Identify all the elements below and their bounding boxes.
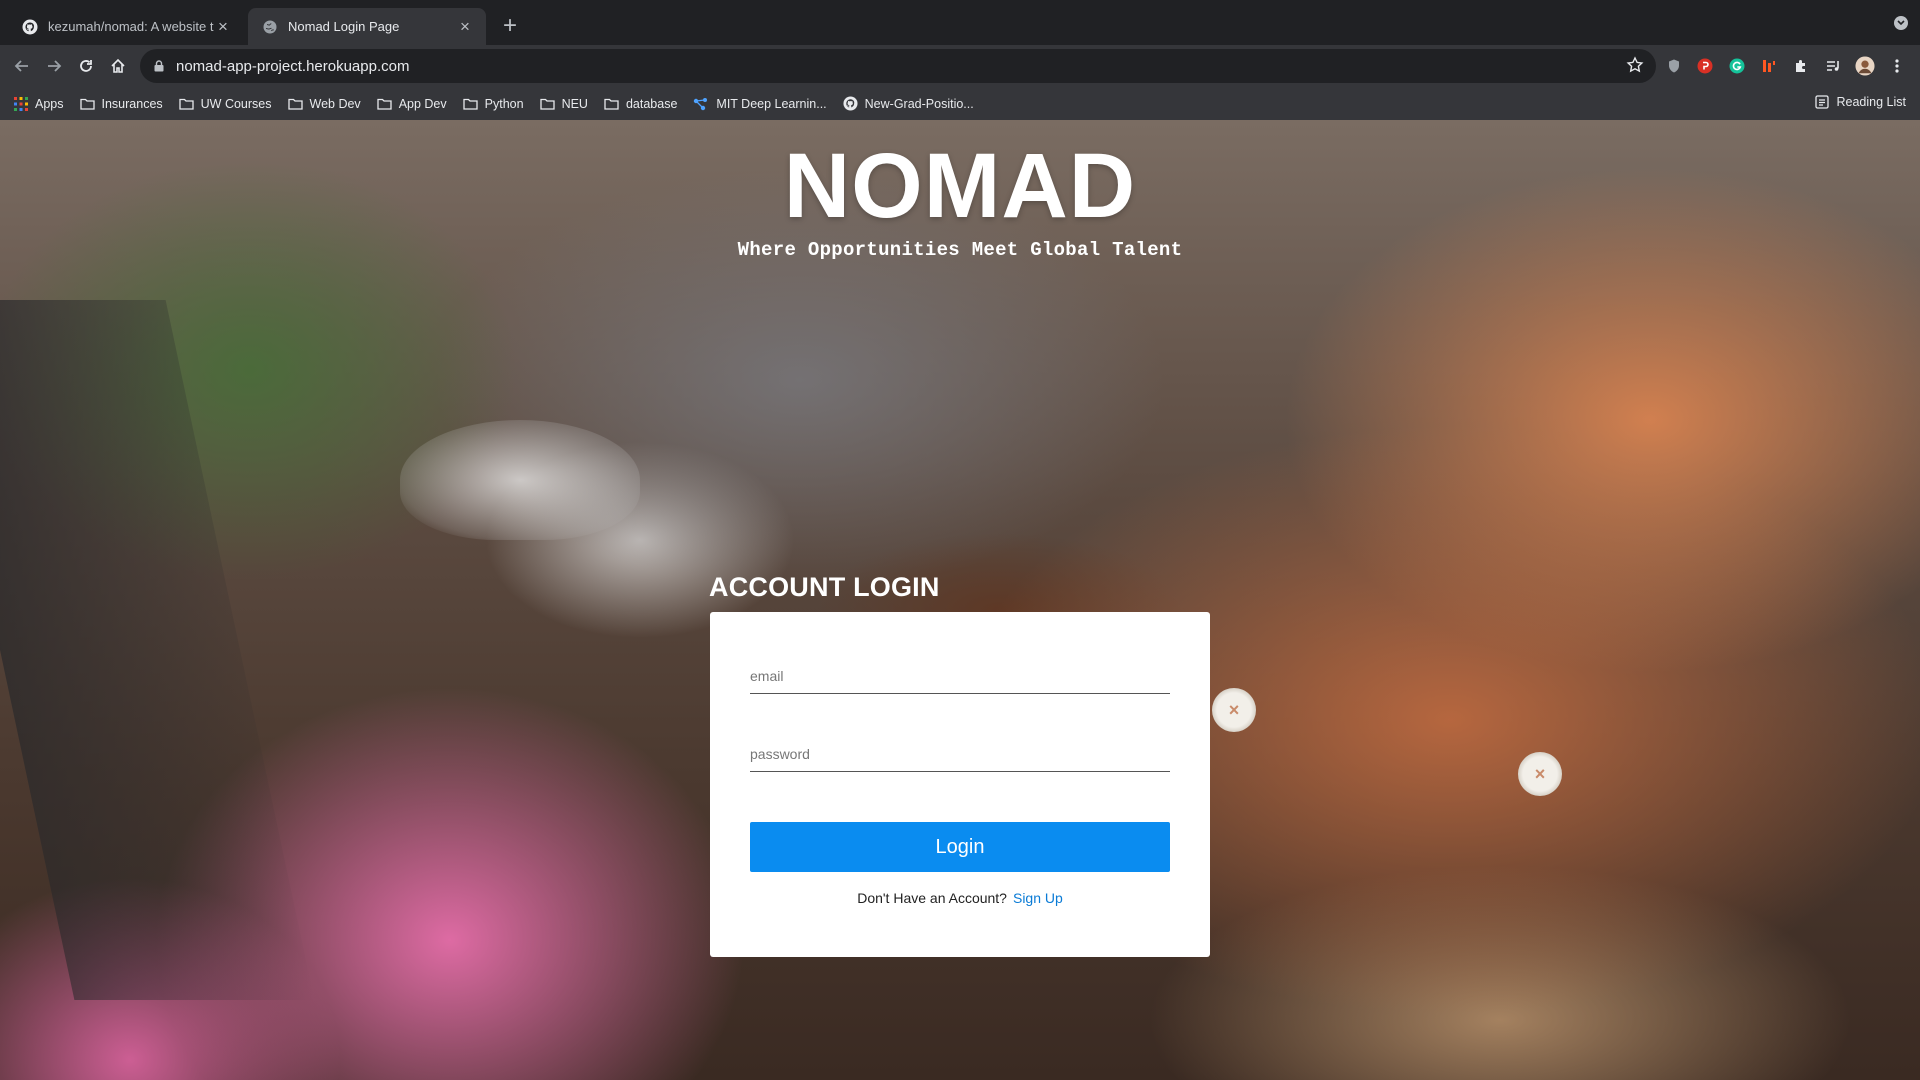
bookmark-folder-insurances[interactable]: Insurances: [79, 96, 163, 111]
tab-title: kezumah/nomad: A website to: [48, 19, 214, 34]
background-shirt-button: ×: [1518, 752, 1562, 796]
bookmark-folder-uw-courses[interactable]: UW Courses: [179, 97, 272, 111]
address-bar[interactable]: nomad-app-project.herokuapp.com: [140, 49, 1656, 83]
signup-row: Don't Have an Account? Sign Up: [710, 890, 1210, 906]
background-coffee-cup: [400, 420, 640, 540]
extension-orange-icon[interactable]: [1759, 56, 1779, 76]
github-icon: [843, 96, 858, 111]
bookmark-folder-database[interactable]: database: [604, 97, 677, 111]
bookmark-label: MIT Deep Learnin...: [716, 96, 827, 111]
bookmark-label: database: [625, 96, 678, 111]
background-shirt-button: ×: [1212, 688, 1256, 732]
extensions-puzzle-icon[interactable]: [1791, 56, 1811, 76]
signup-link[interactable]: Sign Up: [1013, 890, 1063, 906]
bookmark-label: NEU: [561, 96, 588, 111]
back-icon[interactable]: [8, 52, 36, 80]
navigation-row: nomad-app-project.herokuapp.com: [0, 45, 1920, 87]
brand-title: NOMAD: [783, 135, 1137, 237]
reading-list-label: Reading List: [1836, 95, 1907, 109]
password-input[interactable]: [750, 732, 1170, 771]
close-icon[interactable]: ×: [214, 17, 232, 36]
tab-nomad-login[interactable]: Nomad Login Page ×: [248, 8, 486, 45]
email-input[interactable]: [750, 654, 1170, 693]
browser-toolbar: nomad-app-project.herokuapp.com Apps Ins…: [0, 45, 1920, 120]
bookmark-star-icon[interactable]: [1626, 56, 1644, 79]
reading-list-icon: [1814, 95, 1829, 109]
bookmark-label: Apps: [35, 96, 64, 111]
bookmark-label: Web Dev: [309, 96, 361, 111]
profile-avatar[interactable]: [1855, 56, 1875, 76]
folder-icon: [179, 97, 194, 110]
close-icon[interactable]: ×: [456, 17, 474, 36]
bookmark-folder-app-dev[interactable]: App Dev: [377, 97, 447, 111]
browser-menu-icon[interactable]: [1887, 56, 1907, 76]
new-tab-button[interactable]: +: [496, 12, 524, 40]
background-laptop: [0, 300, 315, 1000]
bookmark-label: Python: [484, 96, 524, 111]
github-icon: [22, 19, 38, 35]
home-icon[interactable]: [104, 52, 132, 80]
reload-icon[interactable]: [72, 52, 100, 80]
extension-shield-icon[interactable]: [1664, 56, 1684, 76]
bookmark-apps[interactable]: Apps: [14, 96, 64, 111]
folder-icon: [539, 97, 555, 110]
reading-list-button[interactable]: Reading List: [1814, 95, 1907, 109]
lock-icon[interactable]: [154, 60, 164, 72]
tab-search-icon[interactable]: [1894, 16, 1908, 30]
folder-icon: [287, 97, 303, 110]
url-text: nomad-app-project.herokuapp.com: [176, 57, 410, 75]
bookmark-label: App Dev: [398, 96, 447, 111]
bookmark-label: UW Courses: [200, 96, 272, 111]
bookmark-folder-python[interactable]: Python: [462, 96, 524, 111]
bookmarks-bar: Apps Insurances UW Courses Web Dev App D…: [0, 87, 1920, 120]
password-field[interactable]: [750, 732, 1170, 772]
forward-icon[interactable]: [40, 52, 68, 80]
signup-prompt: Don't Have an Account?: [857, 890, 1007, 906]
tab-github-repo[interactable]: kezumah/nomad: A website to ×: [8, 8, 244, 45]
bookmark-folder-neu[interactable]: NEU: [539, 96, 588, 111]
brand-tagline: Where Opportunities Meet Global Talent: [737, 239, 1183, 261]
bookmark-folder-web-dev[interactable]: Web Dev: [287, 96, 361, 111]
tab-title: Nomad Login Page: [288, 19, 400, 34]
bookmark-label: Insurances: [101, 96, 163, 111]
folder-icon: [604, 97, 619, 110]
share-nodes-icon: [693, 97, 709, 111]
login-button[interactable]: Login: [750, 822, 1170, 872]
bookmark-mit-deep-learning[interactable]: MIT Deep Learnin...: [693, 96, 827, 111]
folder-icon: [377, 97, 392, 110]
login-heading: ACCOUNT LOGIN: [709, 572, 940, 602]
email-field[interactable]: [750, 654, 1170, 694]
login-card: Login Don't Have an Account? Sign Up: [710, 612, 1210, 957]
page-viewport: × × NOMAD Where Opportunities Meet Globa…: [0, 120, 1920, 1080]
bookmark-new-grad-positions[interactable]: New-Grad-Positio...: [843, 96, 974, 111]
media-control-icon[interactable]: [1823, 56, 1843, 76]
folder-icon: [79, 97, 95, 110]
extension-red-icon[interactable]: [1695, 56, 1715, 76]
apps-grid-icon: [14, 96, 28, 111]
folder-icon: [462, 97, 478, 110]
globe-icon: [262, 19, 278, 35]
grammarly-icon[interactable]: [1727, 56, 1747, 76]
bookmark-label: New-Grad-Positio...: [864, 96, 974, 111]
browser-tab-strip: kezumah/nomad: A website to × Nomad Logi…: [0, 0, 1920, 45]
